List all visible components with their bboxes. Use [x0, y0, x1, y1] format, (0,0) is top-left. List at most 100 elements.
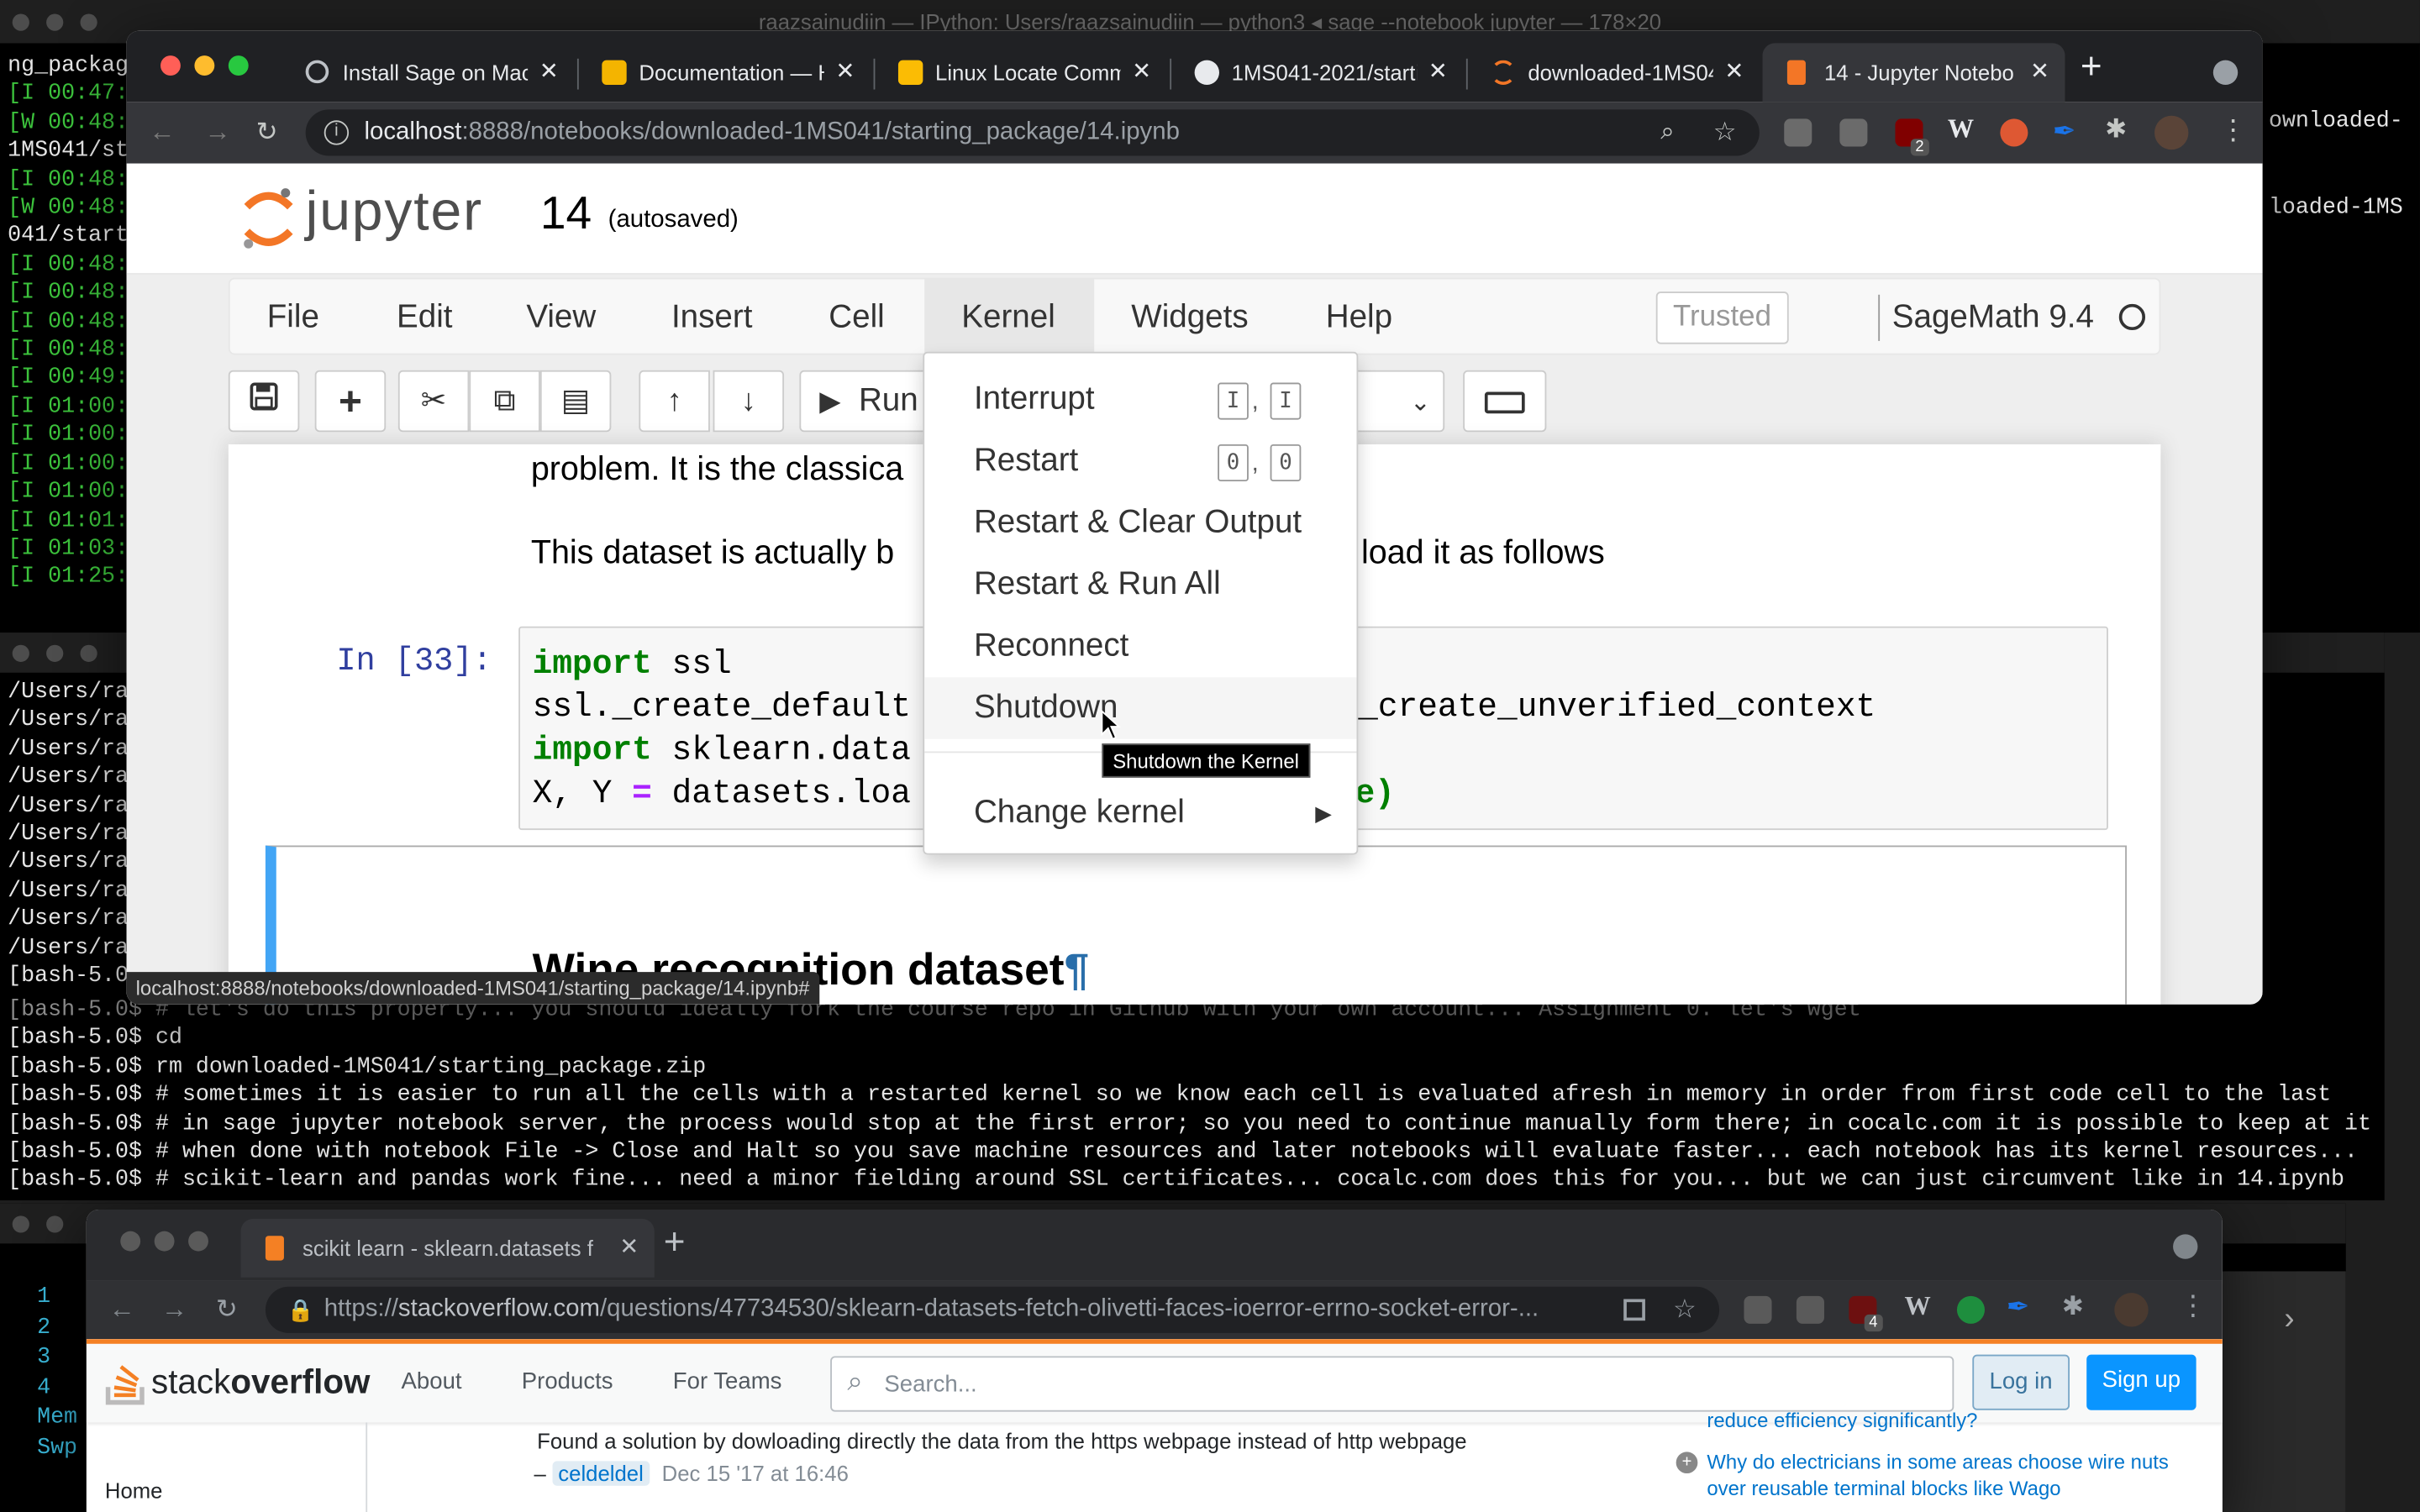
minimize-dot[interactable] — [46, 13, 64, 31]
login-button[interactable]: Log in — [1972, 1354, 2070, 1410]
so-nav-about[interactable]: About — [402, 1368, 462, 1394]
tab-downloaded[interactable]: downloaded-1MS04 ✕ — [1466, 43, 1760, 102]
reload-icon[interactable]: ↻ — [210, 1280, 244, 1339]
new-tab-plus-icon[interactable]: + — [664, 1222, 686, 1265]
address-bar[interactable]: i localhost:8888/notebooks/downloaded-1M… — [305, 109, 1760, 156]
tab-stackoverflow[interactable]: scikit learn - sklearn.datasets f ✕ — [240, 1218, 655, 1278]
menu-kernel[interactable]: Kernel — [924, 279, 1095, 357]
address-bar[interactable]: 🔒 https://stackoverflow.com/questions/47… — [265, 1286, 1720, 1333]
signup-button[interactable]: Sign up — [2086, 1354, 2196, 1410]
kebab-menu-icon[interactable]: ⋮ — [2219, 114, 2247, 147]
paste-button[interactable]: ▤ — [539, 370, 612, 433]
bookmark-star-icon[interactable]: ☆ — [1713, 109, 1737, 155]
wikipedia-icon[interactable]: W — [1904, 1291, 1930, 1322]
menu-item-reconnect[interactable]: Reconnect — [924, 616, 1356, 677]
trusted-indicator[interactable]: Trusted — [1655, 291, 1789, 344]
extension-icon[interactable] — [1839, 118, 1868, 147]
insert-cell-button[interactable]: + — [314, 370, 387, 433]
jupyter-logo[interactable]: jupyter — [234, 179, 504, 253]
avatar[interactable] — [2114, 1293, 2149, 1327]
puzzle-icon[interactable]: ✱ — [2105, 114, 2127, 145]
tab-github[interactable]: 1MS041-2021/starti ✕ — [1170, 43, 1463, 102]
zoom-dot[interactable] — [188, 1231, 208, 1252]
zoom-icon[interactable]: ⌕ — [1660, 109, 1674, 155]
qr-code-icon[interactable] — [1623, 1299, 1645, 1321]
tab-documentation[interactable]: Documentation — H ✕ — [577, 43, 871, 102]
minimize-dot[interactable] — [46, 1215, 64, 1233]
hot-question-link[interactable]: reduce efficiency significantly? — [1676, 1407, 2201, 1433]
menu-item-restart-clear-output[interactable]: Restart & Clear Output — [924, 492, 1356, 554]
close-icon[interactable]: ✕ — [1428, 43, 1448, 102]
reload-icon[interactable]: ↻ — [250, 102, 284, 163]
move-down-button[interactable]: ↓ — [713, 370, 785, 433]
zoom-dot[interactable] — [228, 55, 249, 76]
tab-search-chevron-icon[interactable] — [2173, 1234, 2198, 1259]
close-dot[interactable] — [120, 1231, 141, 1252]
close-icon[interactable]: ✕ — [2030, 43, 2049, 102]
menu-item-change-kernel[interactable]: Change kernel ▶ — [924, 782, 1356, 843]
feather-icon[interactable]: ✒ — [2053, 116, 2076, 149]
menu-item-restart[interactable]: Restart 0 , 0 — [924, 430, 1356, 491]
tab-linux-locate[interactable]: Linux Locate Comm ✕ — [874, 43, 1167, 102]
menu-insert[interactable]: Insert — [653, 279, 771, 356]
menu-item-interrupt[interactable]: Interrupt I , I — [924, 369, 1356, 430]
back-arrow-icon[interactable]: ← — [105, 1280, 139, 1339]
move-up-button[interactable]: ↑ — [639, 370, 710, 433]
new-tab-plus-icon[interactable]: + — [2081, 46, 2102, 89]
kebab-menu-icon[interactable]: ⋮ — [2179, 1289, 2207, 1322]
comment-user[interactable]: celdeldel — [551, 1461, 650, 1486]
close-icon[interactable]: ✕ — [539, 43, 559, 102]
menu-help[interactable]: Help — [1307, 279, 1411, 356]
menu-edit[interactable]: Edit — [378, 279, 471, 356]
close-icon[interactable]: ✕ — [1724, 43, 1744, 102]
menu-item-restart-run-all[interactable]: Restart & Run All — [924, 554, 1356, 615]
cut-button[interactable]: ✂ — [397, 370, 470, 433]
tab-search-chevron-icon[interactable] — [2212, 60, 2238, 86]
chevron-right-icon[interactable]: › — [2284, 1302, 2294, 1337]
duckduckgo-icon[interactable] — [2000, 118, 2028, 147]
notebook-page: jupyter 14 (autosaved) File Edit View In… — [126, 163, 2263, 1005]
save-button[interactable] — [228, 370, 300, 433]
extension-icon[interactable] — [1784, 118, 1812, 147]
so-nav-for-teams[interactable]: For Teams — [673, 1368, 782, 1394]
forward-arrow-icon[interactable]: → — [201, 102, 234, 163]
extension-icon[interactable] — [1796, 1295, 1824, 1324]
avatar[interactable] — [2154, 115, 2189, 150]
close-icon[interactable]: ✕ — [1132, 43, 1151, 102]
menu-cell[interactable]: Cell — [810, 279, 903, 356]
feather-icon[interactable]: ✒ — [2007, 1291, 2030, 1324]
close-dot[interactable] — [12, 1215, 29, 1233]
minimize-dot[interactable] — [46, 644, 64, 662]
info-icon[interactable]: i — [324, 120, 350, 145]
menu-file[interactable]: File — [249, 279, 338, 356]
command-palette-button[interactable] — [1463, 370, 1547, 433]
minimize-dot[interactable] — [194, 55, 215, 76]
menu-item-shutdown[interactable]: Shutdown — [924, 677, 1357, 739]
close-dot[interactable] — [12, 644, 29, 662]
so-search-box[interactable]: ⌕ Search... — [830, 1356, 1954, 1412]
so-nav-products[interactable]: Products — [522, 1368, 613, 1394]
heading-anchor[interactable]: ¶ — [1065, 946, 1090, 995]
tab-install-sage[interactable]: Install Sage on Mac ✕ — [281, 43, 574, 102]
forward-arrow-icon[interactable]: → — [157, 1280, 191, 1339]
close-dot[interactable] — [12, 13, 29, 31]
extension-icon[interactable] — [1744, 1295, 1772, 1324]
puzzle-icon[interactable]: ✱ — [2062, 1291, 2084, 1322]
back-arrow-icon[interactable]: ← — [145, 102, 179, 163]
menu-widgets[interactable]: Widgets — [1113, 279, 1266, 356]
so-nav-home[interactable]: Home — [105, 1478, 163, 1503]
zoom-dot[interactable] — [80, 13, 97, 31]
minimize-dot[interactable] — [154, 1231, 175, 1252]
close-icon[interactable]: ✕ — [835, 43, 855, 102]
wikipedia-icon[interactable]: W — [1948, 114, 1974, 145]
close-dot[interactable] — [160, 55, 181, 76]
tab-jupyter-notebook[interactable]: 14 - Jupyter Notebo ✕ — [1762, 43, 2065, 102]
menu-view[interactable]: View — [508, 279, 614, 356]
zoom-dot[interactable] — [80, 644, 97, 662]
close-icon[interactable]: ✕ — [619, 1219, 639, 1278]
bplus-icon[interactable] — [1956, 1295, 1985, 1324]
hot-question-link[interactable]: Why do electricians in some areas choose… — [1707, 1450, 2168, 1499]
copy-button[interactable]: ⧉ — [469, 370, 540, 433]
notebook-name[interactable]: 14 — [540, 188, 592, 240]
bookmark-star-icon[interactable]: ☆ — [1673, 1287, 1697, 1333]
